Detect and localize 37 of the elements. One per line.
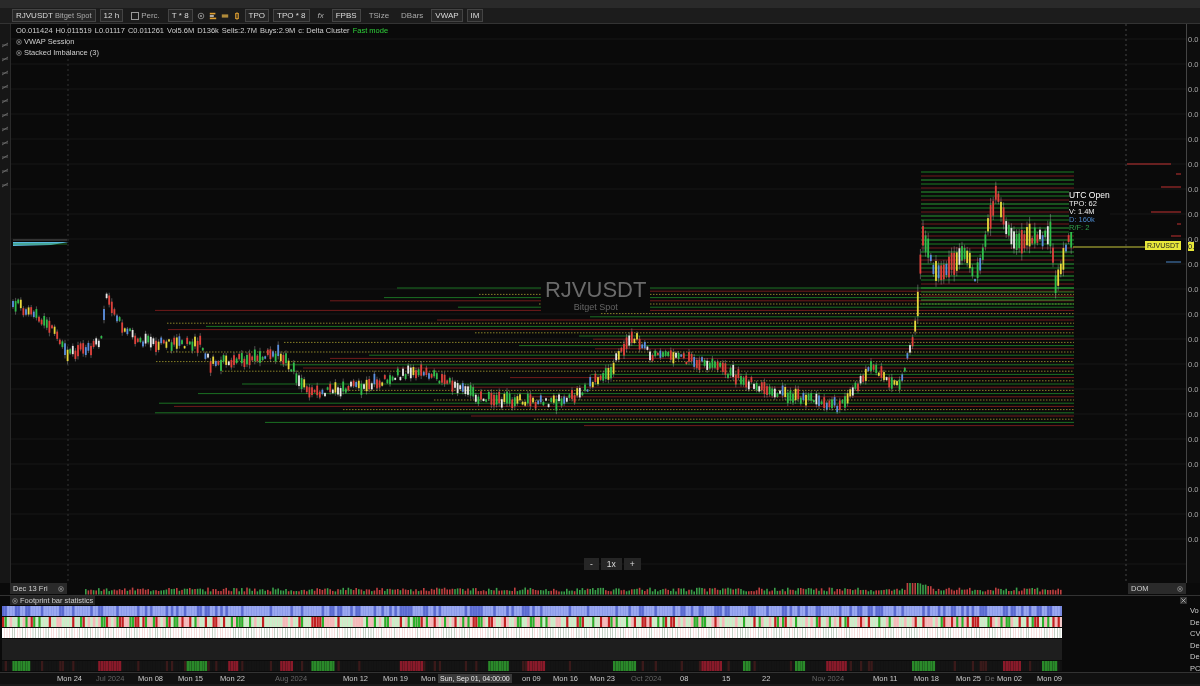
tool-icon[interactable]: [2, 168, 8, 174]
tpo-multiplier-spinner[interactable]: TPO * 8: [273, 9, 310, 22]
symbol-watermark: RJVUSDT: [545, 278, 647, 302]
mode-dropdown[interactable]: TPO: [244, 9, 270, 22]
close-icon[interactable]: [12, 597, 18, 604]
tool-icon[interactable]: [2, 182, 8, 188]
tool-icon[interactable]: [2, 140, 8, 146]
close-icon[interactable]: [16, 38, 22, 45]
close-icon[interactable]: [1177, 585, 1183, 592]
interval-dropdown[interactable]: 12 h: [99, 9, 124, 22]
tool-icon[interactable]: [2, 154, 8, 160]
toolbar-toggle[interactable]: IM: [466, 9, 484, 22]
zoom-level-button[interactable]: 1x: [600, 558, 622, 570]
tool-icon[interactable]: [2, 98, 8, 104]
tool-icon[interactable]: [2, 42, 8, 48]
session-stat: UTC Open: [1069, 190, 1110, 200]
zoom-in-button[interactable]: +: [623, 558, 641, 570]
candle-icon[interactable]: [232, 11, 241, 20]
tool-icon[interactable]: [2, 70, 8, 76]
close-icon[interactable]: [16, 49, 22, 56]
tool-icon[interactable]: [2, 112, 8, 118]
close-icon[interactable]: [1180, 597, 1187, 604]
tick-multiplier-spinner[interactable]: T * 8: [167, 9, 193, 22]
toolbar-toggle[interactable]: VWAP: [431, 9, 463, 22]
perc-checkbox[interactable]: Perc.: [127, 9, 164, 22]
close-icon[interactable]: [57, 585, 64, 592]
tool-icon[interactable]: [2, 126, 8, 132]
formula-button[interactable]: fx: [313, 9, 328, 22]
toolbar-toggle[interactable]: TSize: [364, 9, 394, 22]
cluster-icon[interactable]: [220, 11, 229, 20]
tool-icon[interactable]: [2, 56, 8, 62]
zoom-out-button[interactable]: -: [584, 558, 599, 570]
exchange-watermark: Bitget Spot: [573, 302, 618, 312]
bars-icon[interactable]: [208, 11, 217, 20]
toolbar-toggle[interactable]: DBars: [397, 9, 428, 22]
toolbar-toggle[interactable]: FPBS: [331, 9, 361, 22]
tool-icon[interactable]: [2, 84, 8, 90]
